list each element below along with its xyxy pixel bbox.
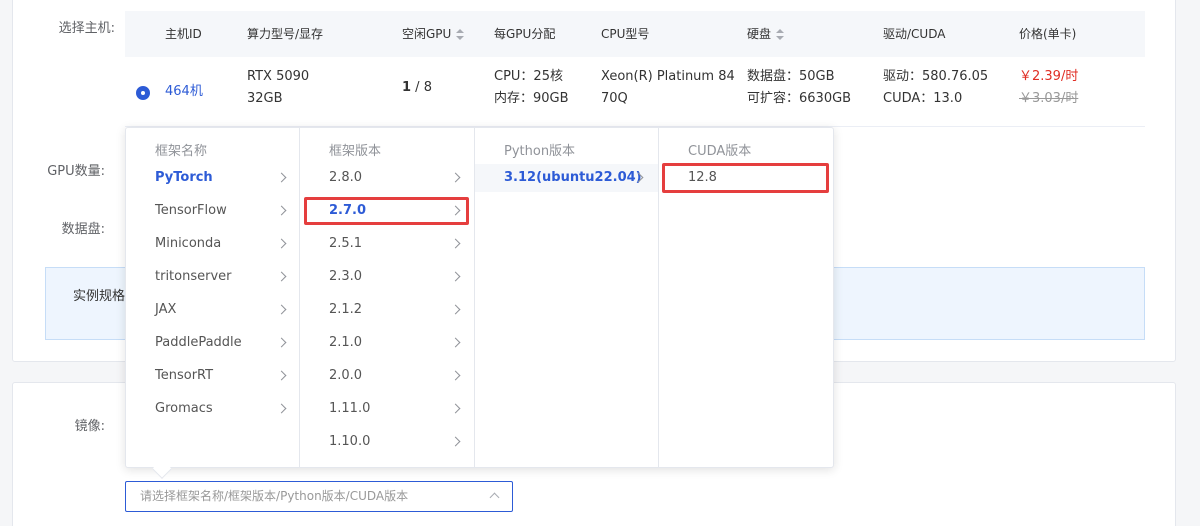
column-title: 框架版本 (329, 144, 382, 159)
driver-cuda-cell: 驱动：580.76.05 CUDA：13.0 (883, 69, 989, 106)
col-disk[interactable]: 硬盘 (747, 11, 785, 57)
chevron-right-icon (276, 370, 287, 381)
image-label: 镜像: (74, 419, 105, 434)
version-option[interactable]: 1.11.0 (300, 395, 474, 423)
chevron-right-icon (450, 337, 461, 348)
framework-option[interactable]: Miniconda (126, 230, 300, 258)
framework-option[interactable]: TensorFlow (126, 197, 300, 225)
gpu-model-cell: RTX 5090 32GB (247, 69, 310, 106)
col-cpu-model: CPU型号 (601, 27, 650, 41)
version-option[interactable]: 2.1.2 (300, 296, 474, 324)
chevron-right-icon (450, 205, 461, 216)
python-option[interactable]: 3.12(ubuntu22.04) (475, 164, 658, 192)
version-option[interactable]: 2.7.0 (300, 197, 474, 225)
chevron-right-icon (450, 238, 461, 249)
chevron-right-icon (450, 403, 461, 414)
chevron-up-icon[interactable] (489, 492, 500, 503)
chevron-right-icon (450, 370, 461, 381)
cuda-version-column: CUDA版本 12.8 (659, 128, 833, 467)
framework-option[interactable]: Gromacs (126, 395, 300, 423)
version-option[interactable]: 1.10.0 (300, 428, 474, 456)
sort-icon[interactable] (776, 28, 785, 41)
original-price: ￥3.03/时 (1019, 91, 1079, 106)
host-radio[interactable] (136, 86, 150, 100)
chevron-right-icon (450, 172, 461, 183)
price: ￥2.39/时 (1019, 69, 1079, 84)
chevron-right-icon (276, 205, 287, 216)
data-disk-label: 数据盘: (61, 222, 105, 237)
free-gpu: 1 / 8 (402, 80, 432, 95)
col-gpu-model: 算力型号/显存 (247, 27, 324, 41)
col-host-id: 主机ID (165, 27, 202, 41)
gpu-count-label: GPU数量: (47, 164, 105, 179)
framework-name-column: 框架名称 PyTorch TensorFlow Miniconda triton… (126, 128, 300, 467)
host-table-header: 主机ID 算力型号/显存 空闲GPU 每GPU分配 CPU型号 硬盘 驱动/CU… (125, 11, 1145, 57)
chevron-right-icon (276, 172, 287, 183)
version-option[interactable]: 2.0.0 (300, 362, 474, 390)
image-select-placeholder: 请选择框架名称/框架版本/Python版本/CUDA版本 (140, 489, 409, 503)
framework-option[interactable]: tritonserver (126, 263, 300, 291)
framework-option[interactable]: PaddlePaddle (126, 329, 300, 357)
column-title: Python版本 (504, 144, 576, 159)
sort-icon[interactable] (456, 28, 465, 41)
version-option[interactable]: 2.1.0 (300, 329, 474, 357)
column-title: 框架名称 (155, 144, 208, 159)
col-driver-cuda: 驱动/CUDA (883, 27, 946, 41)
chevron-right-icon (276, 238, 287, 249)
instance-spec-label: 实例规格 (73, 289, 126, 304)
chevron-right-icon (276, 403, 287, 414)
chevron-right-icon (276, 304, 287, 315)
framework-version-column: 框架版本 2.8.0 2.7.0 2.5.1 2.3.0 2.1.2 2.1.0… (300, 128, 475, 467)
image-cascader-dropdown: 框架名称 PyTorch TensorFlow Miniconda triton… (125, 127, 834, 468)
chevron-right-icon (276, 271, 287, 282)
column-title: CUDA版本 (688, 144, 752, 159)
col-per-gpu: 每GPU分配 (494, 27, 556, 41)
version-option[interactable]: 2.3.0 (300, 263, 474, 291)
chevron-right-icon (450, 304, 461, 315)
col-free-gpu[interactable]: 空闲GPU (402, 11, 465, 57)
version-option[interactable]: 2.5.1 (300, 230, 474, 258)
host-label: 选择主机: (58, 21, 115, 36)
framework-option[interactable]: JAX (126, 296, 300, 324)
table-row[interactable]: 464机 RTX 5090 32GB 1 / 8 CPU：25核 内存：90GB… (125, 57, 1145, 127)
price-cell: ￥2.39/时 ￥3.03/时 (1019, 66, 1078, 110)
framework-option[interactable]: TensorRT (126, 362, 300, 390)
chevron-right-icon (276, 337, 287, 348)
cpu-model-cell: Xeon(R) Platinum 84 70Q (601, 69, 735, 106)
version-option[interactable]: 2.8.0 (300, 164, 474, 192)
chevron-right-icon (450, 271, 461, 282)
image-select[interactable]: 请选择框架名称/框架版本/Python版本/CUDA版本 (125, 481, 513, 512)
col-price: 价格(单卡) (1019, 27, 1077, 41)
cuda-option[interactable]: 12.8 (659, 164, 833, 192)
host-id[interactable]: 464机 (165, 81, 203, 103)
disk-cell: 数据盘：50GB 可扩容：6630GB (747, 69, 852, 106)
framework-option[interactable]: PyTorch (126, 164, 300, 192)
python-version-column: Python版本 3.12(ubuntu22.04) (475, 128, 659, 467)
per-gpu-cell: CPU：25核 内存：90GB (494, 69, 569, 106)
chevron-right-icon (450, 436, 461, 447)
